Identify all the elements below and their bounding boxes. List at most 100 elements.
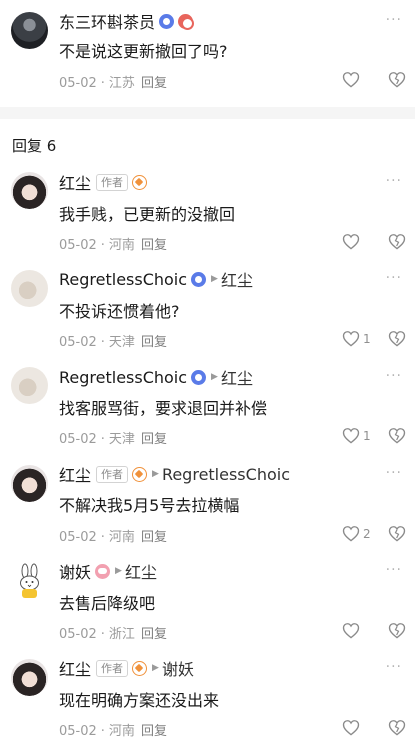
- reply-meta: 05-02 · 河南 回复: [59, 724, 167, 739]
- username[interactable]: 红尘: [59, 462, 91, 486]
- reply-arrow-icon: ▶: [152, 663, 159, 673]
- like-button[interactable]: [342, 233, 360, 250]
- reply-date: 05-02: [59, 432, 97, 447]
- username[interactable]: 谢妖: [59, 559, 91, 583]
- reply-button[interactable]: 回复: [141, 530, 167, 545]
- author-tag: 作者: [96, 659, 129, 677]
- reply-text: 现在明确方案还没出来: [59, 691, 220, 710]
- reply-date: 05-02: [59, 724, 97, 739]
- username[interactable]: 红尘: [59, 170, 91, 194]
- more-options-button[interactable]: ···: [386, 659, 402, 675]
- comment-text: 不是说这更新撤回了吗?: [59, 42, 228, 61]
- comment-meta: 05-02 · 江苏 回复: [59, 76, 167, 91]
- heart-icon: [342, 72, 360, 88]
- avatar[interactable]: [11, 12, 48, 49]
- dislike-button[interactable]: [388, 233, 406, 254]
- reply-header: 红尘 作者 ▶ 谢妖: [59, 657, 194, 679]
- reply-button[interactable]: 回复: [141, 76, 167, 91]
- comment-header: 东三环斟茶员: [59, 9, 195, 33]
- reply-meta: 05-02 · 浙江 回复: [59, 627, 167, 642]
- reply-location: 河南: [108, 238, 135, 253]
- avatar[interactable]: [11, 172, 48, 209]
- more-options-button[interactable]: ···: [386, 368, 402, 384]
- author-tag: 作者: [96, 173, 129, 191]
- avatar[interactable]: [11, 270, 48, 307]
- reply-text: 不投诉还惯着他?: [59, 302, 180, 321]
- reply-header: RegretlessChoic ▶ 红尘: [59, 365, 253, 389]
- reply-button[interactable]: 回复: [141, 238, 167, 253]
- reply-button[interactable]: 回复: [141, 724, 167, 739]
- like-count: 1: [363, 428, 371, 443]
- broken-heart-icon: [388, 623, 406, 639]
- heart-icon: [342, 428, 360, 444]
- like-button[interactable]: 1: [342, 427, 371, 444]
- reply-target[interactable]: 红尘: [221, 267, 253, 291]
- reply-target[interactable]: 红尘: [221, 365, 253, 389]
- dislike-button[interactable]: [388, 719, 406, 740]
- reply-arrow-icon: ▶: [152, 469, 159, 479]
- more-options-button[interactable]: ···: [386, 465, 402, 481]
- dislike-button[interactable]: [388, 330, 406, 351]
- reply-button[interactable]: 回复: [141, 627, 167, 642]
- broken-heart-icon: [388, 526, 406, 542]
- reply-location: 天津: [108, 432, 135, 447]
- reply-arrow-icon: ▶: [211, 274, 218, 284]
- broken-heart-icon: [388, 428, 406, 444]
- more-options-button[interactable]: ···: [386, 562, 402, 578]
- replies-header: 回复 6: [12, 137, 57, 155]
- dislike-button[interactable]: [388, 71, 406, 92]
- fan-badge-icon: [132, 660, 148, 676]
- username[interactable]: 红尘: [59, 656, 91, 680]
- more-options-button[interactable]: ···: [386, 173, 402, 189]
- heart-icon: [342, 526, 360, 542]
- comment-date: 05-02: [59, 76, 97, 91]
- reply-meta: 05-02 · 河南 回复: [59, 530, 167, 545]
- dislike-button[interactable]: [388, 622, 406, 643]
- reply-header: 红尘 作者 ▶ RegretlessChoic: [59, 462, 290, 486]
- username[interactable]: RegretlessChoic: [59, 270, 187, 289]
- reply-target[interactable]: 谢妖: [162, 656, 194, 680]
- reply-date: 05-02: [59, 530, 97, 545]
- username[interactable]: 东三环斟茶员: [59, 9, 155, 33]
- like-button[interactable]: [342, 719, 360, 736]
- reply-arrow-icon: ▶: [211, 372, 218, 382]
- section-divider: [0, 107, 415, 119]
- more-options-button[interactable]: ···: [386, 12, 402, 28]
- heart-icon: [342, 623, 360, 639]
- reply-target[interactable]: RegretlessChoic: [162, 465, 290, 484]
- level-badge-icon: [191, 271, 207, 287]
- heart-icon: [342, 720, 360, 736]
- comment-location: 江苏: [108, 76, 135, 91]
- avatar[interactable]: [11, 465, 48, 502]
- like-button[interactable]: 2: [342, 525, 371, 542]
- dislike-button[interactable]: [388, 427, 406, 448]
- avatar[interactable]: [11, 659, 48, 696]
- like-button[interactable]: [342, 71, 360, 88]
- dislike-button[interactable]: [388, 525, 406, 546]
- reply-date: 05-02: [59, 627, 97, 642]
- like-button[interactable]: 1: [342, 330, 371, 347]
- fan-badge-icon: [132, 466, 148, 482]
- more-options-button[interactable]: ···: [386, 270, 402, 286]
- heart-icon: [342, 234, 360, 250]
- reply-target[interactable]: 红尘: [125, 559, 157, 583]
- like-count: 2: [363, 526, 371, 541]
- heart-icon: [342, 331, 360, 347]
- reply-button[interactable]: 回复: [141, 335, 167, 350]
- reply-header: 谢妖 ▶ 红尘: [59, 560, 157, 582]
- avatar[interactable]: [11, 367, 48, 404]
- level-badge-icon: [191, 369, 207, 385]
- reply-arrow-icon: ▶: [115, 566, 122, 576]
- level-badge-icon: [159, 13, 175, 29]
- broken-heart-icon: [388, 331, 406, 347]
- avatar[interactable]: [11, 562, 48, 599]
- reply-date: 05-02: [59, 238, 97, 253]
- username[interactable]: RegretlessChoic: [59, 368, 187, 387]
- medal-badge-icon: [95, 563, 111, 579]
- reply-button[interactable]: 回复: [141, 432, 167, 447]
- like-button[interactable]: [342, 622, 360, 639]
- reply-header: 红尘 作者: [59, 170, 148, 194]
- reply-text: 去售后降级吧: [59, 594, 156, 613]
- broken-heart-icon: [388, 720, 406, 736]
- reply-location: 河南: [108, 724, 135, 739]
